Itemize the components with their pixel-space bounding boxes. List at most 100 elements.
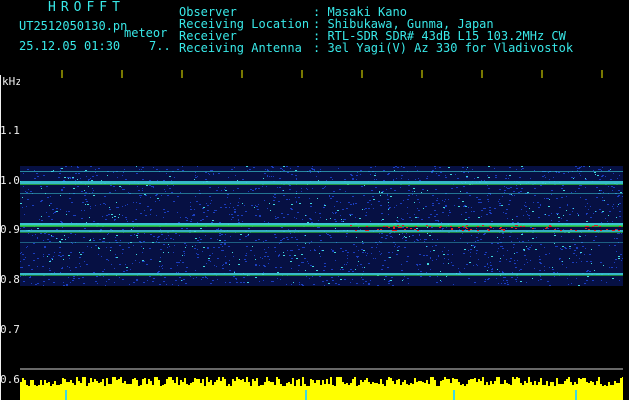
noise-speck [158,271,160,272]
level-bar [126,384,128,400]
level-bar [382,384,384,400]
noise-speck [229,270,231,271]
noise-speck [566,210,567,211]
noise-speck [178,222,180,223]
noise-speck [50,196,51,197]
noise-speck [133,227,134,228]
noise-speck [207,247,209,248]
noise-speck [545,254,547,255]
noise-speck [160,229,161,230]
noise-speck [169,176,171,177]
level-bar [514,379,516,400]
level-bar [552,382,554,400]
noise-speck [405,240,407,241]
noise-speck [490,213,492,214]
noise-speck [42,200,43,201]
noise-speck [347,262,348,263]
noise-speck [209,187,211,188]
level-bar [546,381,548,400]
noise-speck [59,252,61,253]
noise-speck [421,219,423,220]
noise-speck [187,218,188,219]
noise-speck [205,276,206,277]
noise-speck [106,215,108,216]
noise-speck [322,250,324,251]
noise-speck [512,272,513,273]
level-bar [132,379,134,400]
noise-speck [613,173,614,174]
noise-speck [272,167,273,168]
noise-speck [119,264,121,265]
noise-speck [283,166,285,167]
level-bar [298,379,300,400]
noise-speck [426,239,427,240]
noise-speck [143,241,145,242]
noise-speck [540,204,541,205]
noise-speck [161,234,163,235]
noise-speck [186,220,187,221]
noise-speck [68,255,70,256]
noise-speck [281,227,283,228]
noise-speck [488,201,489,202]
noise-speck [463,227,465,228]
noise-speck [43,175,45,176]
noise-speck [594,172,596,173]
noise-speck [417,208,418,209]
noise-speck [574,177,575,178]
noise-speck [576,262,577,263]
level-bar [592,382,594,400]
noise-speck [172,284,173,285]
noise-speck [375,258,376,259]
noise-speck [318,220,319,221]
noise-speck [190,221,192,222]
noise-speck [237,205,239,206]
noise-speck [310,206,312,207]
level-bar [438,386,440,400]
level-bar [130,384,132,400]
level-bar [366,378,368,400]
noise-speck [221,234,223,235]
noise-speck [306,188,307,189]
noise-speck [350,174,352,175]
noise-speck [135,219,137,220]
noise-speck [362,279,364,280]
level-bar [316,380,318,400]
noise-speck [432,205,434,206]
noise-speck [331,269,333,270]
noise-speck [380,205,382,206]
signal-peak [503,230,505,231]
noise-speck [394,207,395,208]
noise-speck [199,204,201,205]
noise-speck [180,217,181,218]
noise-speck [449,210,450,211]
level-bar [620,378,622,400]
y-tick-1-0: 1.0 [0,174,20,187]
noise-speck [377,244,378,245]
noise-speck [466,177,468,178]
noise-speck [56,208,58,209]
noise-speck [511,241,512,242]
noise-speck [353,203,354,204]
level-bar [220,381,222,400]
noise-speck [49,268,50,269]
noise-speck [377,285,379,286]
noise-speck [150,214,151,215]
noise-speck [487,185,488,186]
level-bar [530,382,532,400]
level-bar [162,385,164,400]
noise-speck [68,237,69,238]
noise-speck [573,239,574,240]
signal-band [20,275,623,276]
noise-speck [294,217,295,218]
signal-peak [587,226,589,227]
noise-speck [224,204,226,205]
noise-speck [206,216,208,217]
noise-speck [491,269,493,270]
noise-speck [538,207,540,208]
noise-speck [153,167,154,168]
noise-speck [73,215,74,216]
noise-speck [576,248,578,249]
noise-speck [585,178,586,179]
level-bar [234,381,236,400]
signal-peak [550,226,552,227]
